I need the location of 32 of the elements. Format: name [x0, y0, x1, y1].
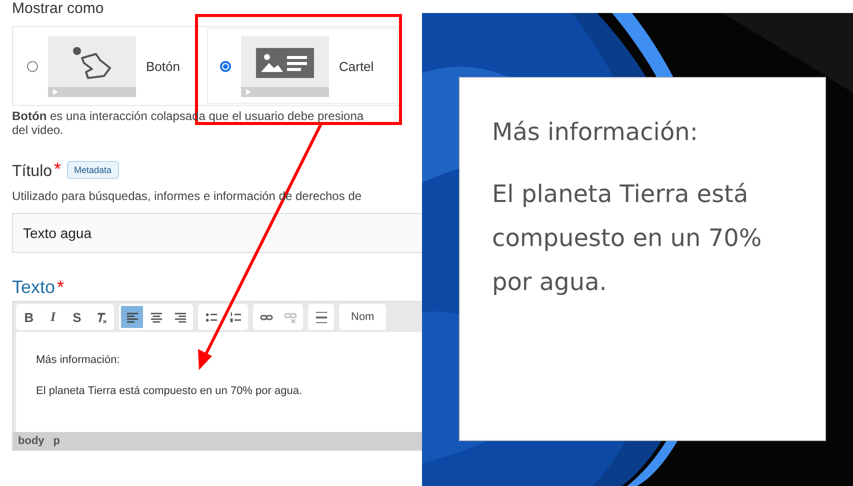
- align-center-icon: [150, 310, 162, 324]
- poster-text: El planeta Tierra está compuesto en un 70% por agua.: [492, 179, 763, 298]
- metadata-tag[interactable]: Metadata: [67, 161, 119, 179]
- poster-heading: Más información:: [492, 118, 699, 146]
- align-right-icon: [174, 310, 186, 324]
- element-path-item[interactable]: p: [53, 435, 60, 447]
- unlink-icon: [284, 310, 296, 324]
- element-path-item[interactable]: body: [18, 435, 44, 447]
- required-mark: *: [54, 159, 62, 180]
- format-button[interactable]: I: [42, 306, 64, 328]
- display-option[interactable]: Cartel: [207, 28, 398, 104]
- editor-paragraph: Más información:: [36, 354, 121, 366]
- align-left-icon: [126, 310, 138, 324]
- rule-icon: [314, 310, 328, 324]
- numbers-icon: [228, 310, 242, 324]
- align-left-button[interactable]: [121, 306, 143, 328]
- editor-paragraph: El planeta Tierra está compuesto en un 70% por agua.: [36, 385, 304, 397]
- editor-content[interactable]: Más información: El planeta Tierra está compuesto en un 70% por agua.: [16, 332, 422, 432]
- field-label: Título: [12, 163, 52, 181]
- required-mark: *: [57, 277, 64, 298]
- display-option[interactable]: Botón: [14, 28, 205, 104]
- format-button[interactable]: S: [66, 306, 88, 328]
- section-heading: Mostrar como: [12, 1, 105, 19]
- radio-button[interactable]: [27, 60, 38, 72]
- poster-thumbnail-icon: [241, 36, 329, 96]
- radio-button[interactable]: [220, 60, 231, 72]
- title-field[interactable]: Texto agua: [12, 213, 422, 253]
- tap-thumbnail-icon: [48, 36, 136, 96]
- format-dropdown[interactable]: Nom: [339, 304, 386, 330]
- field-label: Texto: [12, 277, 56, 298]
- bullets-icon: [204, 310, 218, 324]
- format-button[interactable]: B: [18, 306, 40, 328]
